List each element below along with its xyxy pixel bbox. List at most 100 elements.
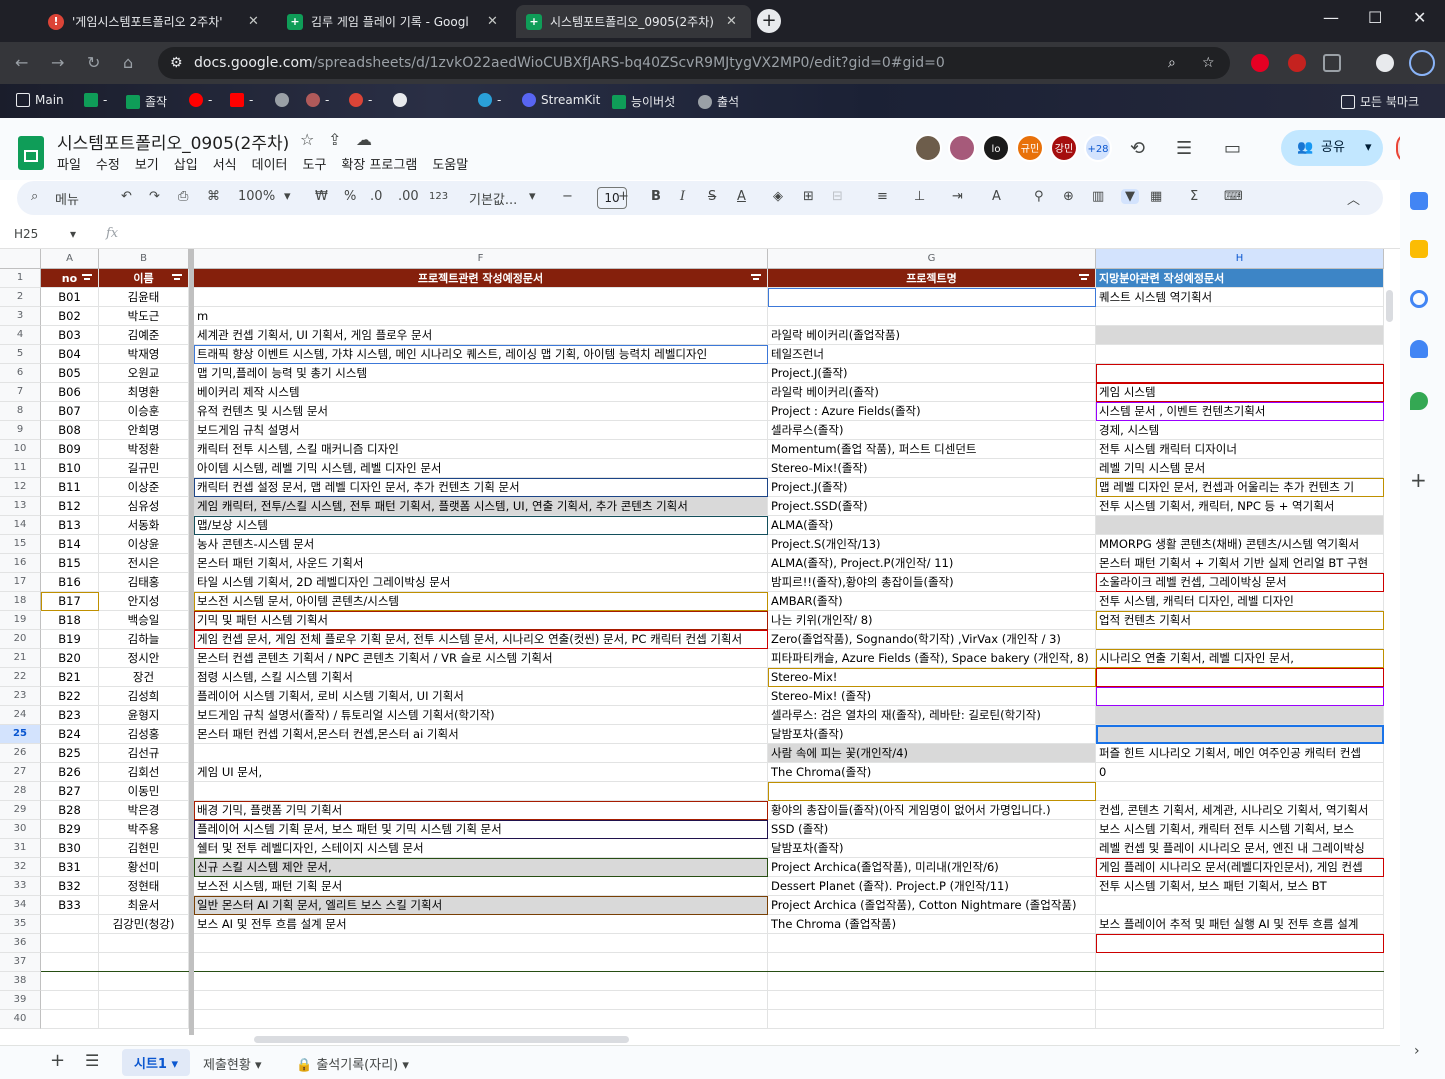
cell-h[interactable]	[1096, 516, 1384, 535]
cell-f[interactable]	[194, 934, 768, 953]
cell-f[interactable]: 보드게임 규칙 설명서	[194, 421, 768, 440]
cell-h[interactable]	[1096, 345, 1384, 364]
cell-a[interactable]: B08	[41, 421, 99, 440]
fill-color-icon[interactable]: ◈	[773, 189, 783, 204]
site-info-icon[interactable]: ⚙	[170, 47, 183, 79]
back-icon[interactable]: ←	[15, 53, 28, 72]
home-icon[interactable]: ⌂	[123, 53, 133, 72]
cell-h[interactable]	[1096, 896, 1384, 915]
cell-h[interactable]	[1096, 782, 1384, 801]
frozen-columns-divider[interactable]	[189, 249, 194, 1035]
row-number[interactable]: 31	[0, 839, 41, 858]
row-number[interactable]: 11	[0, 459, 41, 478]
cell-g[interactable]: 황야의 총잡이들(졸작)(아직 게임명이 없어서 가명입니다.)	[768, 801, 1096, 820]
row-number[interactable]: 18	[0, 592, 41, 611]
forward-icon[interactable]: →	[51, 53, 64, 72]
filter-icon[interactable]	[751, 274, 761, 282]
cell-b[interactable]: 윤형지	[99, 706, 189, 725]
row-number[interactable]: 37	[0, 953, 41, 972]
italic-icon[interactable]: I	[680, 189, 685, 204]
collapse-toolbar-icon[interactable]: ︿	[1347, 189, 1360, 208]
percent-button[interactable]: %	[344, 189, 356, 204]
sheet-tab-3[interactable]: 🔒 출석기록(자리) ▾	[296, 1054, 409, 1073]
cell-a[interactable]: B14	[41, 535, 99, 554]
insert-comment-icon[interactable]: ⊕	[1063, 189, 1074, 204]
cell-h[interactable]	[1096, 953, 1384, 972]
cell-h[interactable]	[1096, 934, 1384, 953]
chevron-down-icon[interactable]: ▾	[1365, 130, 1372, 166]
vertical-align-icon[interactable]: ⊥	[914, 189, 925, 204]
increase-decimal-button[interactable]: .00	[398, 189, 419, 204]
horizontal-align-icon[interactable]: ≡	[877, 189, 888, 204]
insert-chart-icon[interactable]: ▥	[1092, 189, 1104, 204]
cell-b[interactable]: 정현태	[99, 877, 189, 896]
input-tools-icon[interactable]: ⌨	[1224, 189, 1243, 204]
cell-h[interactable]: 시스템 문서 , 이벤트 컨텐츠기획서	[1096, 402, 1384, 421]
cell-g[interactable]: Stereo-Mix! (졸작)	[768, 687, 1096, 706]
cell-b[interactable]: 백승일	[99, 611, 189, 630]
cell-b[interactable]: 박주용	[99, 820, 189, 839]
column-header-h[interactable]: H	[1096, 249, 1384, 269]
cell-a[interactable]: B12	[41, 497, 99, 516]
cell-g[interactable]: 달밤포차(졸작)	[768, 839, 1096, 858]
row-number[interactable]: 38	[0, 972, 41, 991]
more-collaborators-badge[interactable]: +28	[1084, 134, 1112, 162]
row-number[interactable]: 33	[0, 877, 41, 896]
cell-b[interactable]: 박재영	[99, 345, 189, 364]
menu-help[interactable]: 도움말	[432, 154, 468, 173]
row-number[interactable]: 16	[0, 554, 41, 573]
cell-a[interactable]: B22	[41, 687, 99, 706]
row-number[interactable]: 36	[0, 934, 41, 953]
cell-f[interactable]: 몬스터 패턴 기획서, 사운드 기획서	[194, 554, 768, 573]
close-window-icon[interactable]: ✕	[1413, 8, 1426, 27]
row-number[interactable]: 22	[0, 668, 41, 687]
cell-h[interactable]	[1096, 706, 1384, 725]
cell-h[interactable]	[1096, 630, 1384, 649]
cell-a[interactable]: B04	[41, 345, 99, 364]
cell-f[interactable]	[194, 1010, 768, 1029]
cell-h[interactable]: 경제, 시스템	[1096, 421, 1384, 440]
cell-f[interactable]: 보드게임 규칙 설명서(졸작) / 튜토리얼 시스템 기획서(학기작)	[194, 706, 768, 725]
cell-a[interactable]	[41, 972, 99, 991]
cell-h[interactable]	[1096, 1010, 1384, 1029]
cell-g[interactable]: Zero(졸업작품), Sognando(학기작) ,VirVax (개인작 /…	[768, 630, 1096, 649]
cell-b[interactable]: 김회선	[99, 763, 189, 782]
more-formats-button[interactable]: 123	[429, 191, 448, 202]
cell-g[interactable]: Stereo-Mix!	[768, 668, 1096, 687]
cell-a[interactable]: B24	[41, 725, 99, 744]
minimize-icon[interactable]: —	[1323, 8, 1339, 27]
cell-a[interactable]: B11	[41, 478, 99, 497]
document-title[interactable]: 시스템포트폴리오_0905(2주차)	[57, 129, 289, 154]
row-number[interactable]: 9	[0, 421, 41, 440]
cell-g[interactable]: Project.SSD(졸작)	[768, 497, 1096, 516]
name-box[interactable]: H25	[14, 227, 38, 241]
column-header-b[interactable]: B	[99, 249, 189, 269]
chevron-down-icon[interactable]: ▾	[70, 227, 76, 241]
cell-h[interactable]: 게임 플레이 시나리오 문서(레벨디자인문서), 게임 컨셉	[1096, 858, 1384, 877]
row-number[interactable]: 35	[0, 915, 41, 934]
menu-extensions[interactable]: 확장 프로그램	[341, 154, 417, 173]
chrome-menu-icon[interactable]	[1409, 50, 1435, 76]
add-ons-plus-icon[interactable]: +	[1410, 468, 1427, 492]
cell-f[interactable]	[194, 991, 768, 1010]
bookmark-mushroom[interactable]: 능이버섯	[612, 93, 675, 110]
all-sheets-icon[interactable]: ☰	[85, 1051, 99, 1070]
row-number[interactable]: 6	[0, 364, 41, 383]
cell-h[interactable]: 시나리오 연출 기획서, 레벨 디자인 문서,	[1096, 649, 1384, 668]
chevron-down-icon[interactable]: ▾	[284, 189, 291, 204]
row-number[interactable]: 39	[0, 991, 41, 1010]
cell-f[interactable]: 세계관 컨셉 기획서, UI 기획서, 게임 플로우 문서	[194, 326, 768, 345]
column-header-a[interactable]: A	[41, 249, 99, 269]
cell-a[interactable]: B26	[41, 763, 99, 782]
cell-a[interactable]	[41, 915, 99, 934]
cell-b[interactable]	[99, 972, 189, 991]
collaborator-avatar[interactable]	[948, 134, 976, 162]
cell-h[interactable]: 레벨 컨셉 및 플레이 시나리오 문서, 엔진 내 그레이박싱	[1096, 839, 1384, 858]
cell-b[interactable]: 김선규	[99, 744, 189, 763]
collaborator-avatar[interactable]: lo	[982, 134, 1010, 162]
bold-icon[interactable]: B	[651, 189, 661, 204]
cell-h[interactable]: 몬스터 패턴 기획서 + 기획서 기반 실제 언리얼 BT 구현	[1096, 554, 1384, 573]
search-icon[interactable]: ⌕	[31, 189, 38, 204]
cell-b[interactable]: 이동민	[99, 782, 189, 801]
cell-f[interactable]: 보스전 시스템, 패턴 기획 문서	[194, 877, 768, 896]
